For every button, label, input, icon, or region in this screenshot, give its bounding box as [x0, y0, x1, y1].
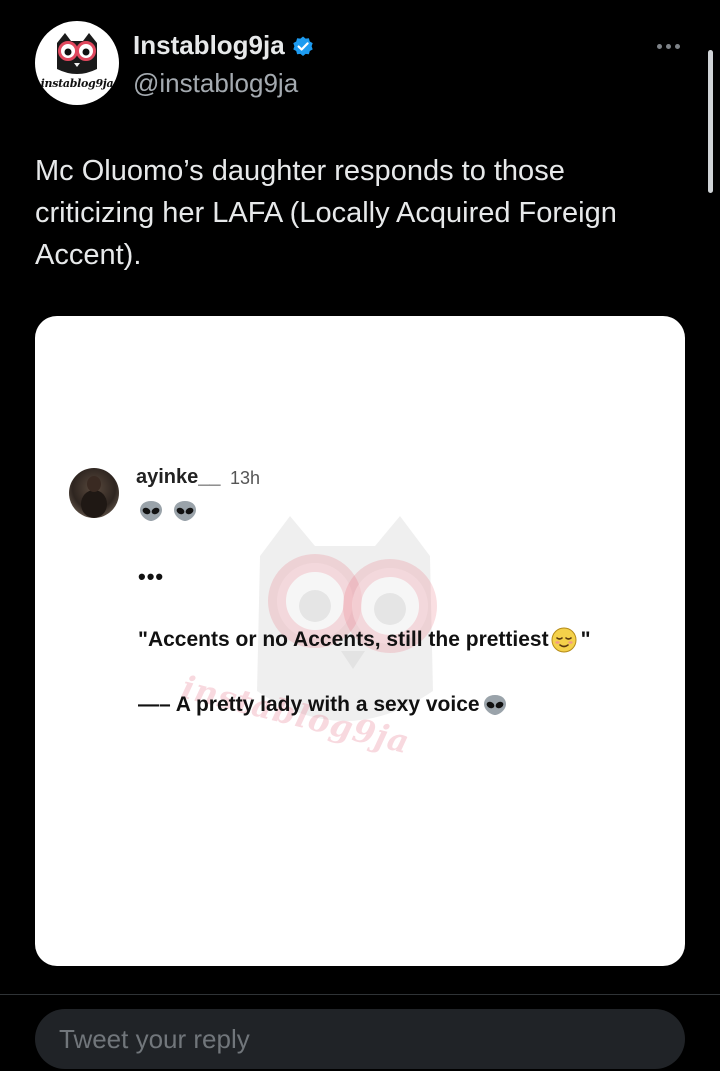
alien-face-icon	[174, 501, 196, 521]
more-horizontal-icon[interactable]	[648, 34, 688, 58]
reply-input[interactable]	[57, 1022, 661, 1056]
quote-text: "Accents or no Accents, still the pretti…	[138, 628, 549, 651]
ig-profile-avatar	[69, 468, 119, 518]
ig-timestamp: 13h	[230, 468, 261, 488]
relieved-face-icon	[551, 627, 577, 653]
tweet-detail-screen: instablog9ja Instablog9ja @instablog9ja …	[0, 0, 720, 1071]
author-handle[interactable]: @instablog9ja	[133, 66, 298, 100]
emoji-row	[139, 500, 197, 522]
author-display-name[interactable]: Instablog9ja	[133, 28, 315, 62]
divider	[0, 994, 720, 995]
owl-logo-icon	[57, 33, 97, 74]
quote-line: "Accents or no Accents, still the pretti…	[138, 627, 591, 653]
display-name-text: Instablog9ja	[133, 30, 285, 60]
scrollbar[interactable]	[708, 50, 713, 193]
ellipsis-text: •••	[138, 564, 165, 589]
tweet-text: Mc Oluomo’s daughter responds to those c…	[35, 155, 617, 271]
avatar-wordmark: instablog9ja	[40, 77, 114, 90]
reply-composer[interactable]	[35, 1009, 685, 1069]
alien-face-icon	[483, 695, 506, 715]
alien-face-icon	[140, 501, 162, 521]
tweet-media-image[interactable]: instablog9ja ayinke__ 13h ••• "Accents o…	[35, 316, 685, 966]
ig-username: ayinke__	[136, 466, 221, 488]
quote-close: "	[580, 628, 591, 651]
signature-text: —– A pretty lady with a sexy voice	[138, 693, 480, 716]
author-avatar[interactable]: instablog9ja	[35, 21, 119, 105]
verified-badge-icon	[291, 33, 315, 57]
signature-line: —– A pretty lady with a sexy voice	[138, 693, 507, 717]
